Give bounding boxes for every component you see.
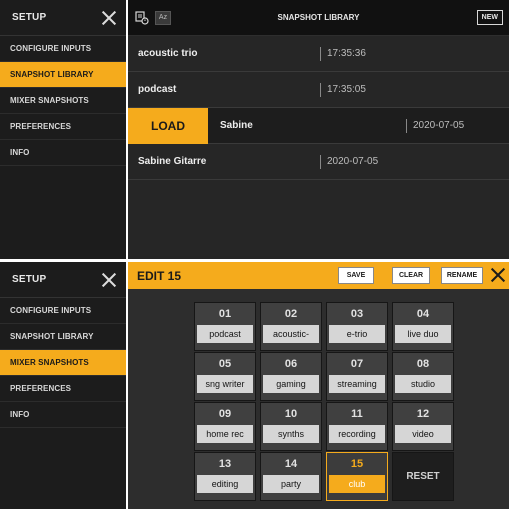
snapshot-slot-03[interactable]: 03 e-trio — [326, 302, 388, 351]
setup-sidebar-top: SETUP CONFIGURE INPUTS SNAPSHOT LIBRARY … — [0, 0, 126, 259]
slot-name: synths — [263, 425, 319, 443]
snapshot-row[interactable]: acoustic trio 17:35:36 — [128, 36, 509, 72]
snapshot-name: Sabine Gitarre — [138, 156, 207, 167]
snapshot-time: 17:35:05 — [320, 82, 366, 97]
slot-number: 09 — [218, 408, 232, 420]
snapshot-row[interactable]: Sabine Gitarre 2020-07-05 — [128, 144, 509, 180]
slot-name: club — [329, 475, 385, 493]
snapshot-name: acoustic trio — [138, 48, 198, 59]
slot-name: acoustic- — [263, 325, 319, 343]
slot-number: 12 — [416, 408, 430, 420]
slot-number: 10 — [284, 408, 298, 420]
sidebar-item-info[interactable]: INFO — [0, 140, 126, 166]
snapshot-slot-08[interactable]: 08 studio — [392, 352, 454, 401]
snapshot-slot-06[interactable]: 06 gaming — [260, 352, 322, 401]
sort-az-button[interactable]: Az — [155, 10, 171, 25]
snapshot-slot-14[interactable]: 14 party — [260, 452, 322, 501]
snapshot-slot-13[interactable]: 13 editing — [194, 452, 256, 501]
slot-number: 15 — [350, 458, 364, 470]
snapshot-slot-01[interactable]: 01 podcast — [194, 302, 256, 351]
snapshot-slot-10[interactable]: 10 synths — [260, 402, 322, 451]
sidebar-title: SETUP — [12, 274, 47, 285]
sidebar-item-configure-inputs[interactable]: CONFIGURE INPUTS — [0, 36, 126, 62]
slot-name: recording — [329, 425, 385, 443]
slot-number: 08 — [416, 358, 430, 370]
sidebar-header: SETUP — [0, 262, 126, 298]
slot-number: 13 — [218, 458, 232, 470]
snapshot-name: podcast — [138, 84, 177, 95]
slot-number: 06 — [284, 358, 298, 370]
slot-name: sng writer — [197, 375, 253, 393]
slot-name: podcast — [197, 325, 253, 343]
close-icon[interactable] — [100, 271, 118, 289]
reset-button[interactable]: RESET — [392, 452, 454, 501]
library-header: Az SNAPSHOT LIBRARY NEW — [128, 0, 509, 36]
snapshot-slot-02[interactable]: 02 acoustic- — [260, 302, 322, 351]
slot-number: 07 — [350, 358, 364, 370]
snapshot-slot-12[interactable]: 12 video — [392, 402, 454, 451]
recall-icon[interactable] — [134, 10, 150, 26]
close-icon[interactable] — [489, 266, 507, 284]
slot-number: 02 — [284, 308, 298, 320]
snapshot-name: Sabine — [220, 120, 253, 131]
slot-name: live duo — [395, 325, 451, 343]
slot-name: party — [263, 475, 319, 493]
edit-title: EDIT 15 — [137, 268, 182, 283]
sidebar-item-snapshot-library[interactable]: SNAPSHOT LIBRARY — [0, 62, 126, 88]
clear-button[interactable]: CLEAR — [392, 267, 430, 284]
slot-name: e-trio — [329, 325, 385, 343]
sidebar-item-snapshot-library[interactable]: SNAPSHOT LIBRARY — [0, 324, 126, 350]
slot-number: 11 — [351, 408, 363, 420]
library-empty-area — [128, 180, 509, 256]
sidebar-item-preferences[interactable]: PREFERENCES — [0, 114, 126, 140]
slot-name: video — [395, 425, 451, 443]
snapshot-row-selected[interactable]: LOAD Sabine 2020-07-05 — [128, 108, 509, 144]
new-button[interactable]: NEW — [476, 10, 503, 25]
slot-number: 05 — [218, 358, 232, 370]
close-icon[interactable] — [100, 9, 118, 27]
edit-header: EDIT 15 SAVE CLEAR RENAME — [128, 262, 509, 289]
slot-name: gaming — [263, 375, 319, 393]
rename-button[interactable]: RENAME — [441, 267, 483, 284]
snapshot-library-panel: Az SNAPSHOT LIBRARY NEW acoustic trio 17… — [128, 0, 509, 259]
snapshot-slot-04[interactable]: 04 live duo — [392, 302, 454, 351]
snapshot-time: 2020-07-05 — [406, 118, 464, 133]
slot-number: 03 — [350, 308, 364, 320]
snapshot-slot-15[interactable]: 15 club — [326, 452, 388, 501]
sidebar-title: SETUP — [12, 12, 47, 23]
sidebar-item-mixer-snapshots[interactable]: MIXER SNAPSHOTS — [0, 350, 126, 376]
snapshot-grid: 01 podcast 02 acoustic- 03 e-trio 04 liv… — [194, 302, 454, 501]
slot-number: 01 — [218, 308, 232, 320]
snapshot-time: 17:35:36 — [320, 46, 366, 61]
slot-number: 04 — [416, 308, 430, 320]
sidebar-item-info[interactable]: INFO — [0, 402, 126, 428]
sidebar-header: SETUP — [0, 0, 126, 36]
sidebar-item-mixer-snapshots[interactable]: MIXER SNAPSHOTS — [0, 88, 126, 114]
slot-name: streaming — [329, 375, 385, 393]
app-window: SETUP CONFIGURE INPUTS SNAPSHOT LIBRARY … — [0, 0, 509, 509]
page-title: SNAPSHOT LIBRARY — [277, 13, 360, 22]
slot-name: studio — [395, 375, 451, 393]
snapshot-slot-09[interactable]: 09 home rec — [194, 402, 256, 451]
slot-number: 14 — [284, 458, 298, 470]
snapshot-slot-11[interactable]: 11 recording — [326, 402, 388, 451]
sidebar-item-configure-inputs[interactable]: CONFIGURE INPUTS — [0, 298, 126, 324]
snapshot-slot-05[interactable]: 05 sng writer — [194, 352, 256, 401]
snapshot-row[interactable]: podcast 17:35:05 — [128, 72, 509, 108]
save-button[interactable]: SAVE — [338, 267, 374, 284]
setup-sidebar-bottom: SETUP CONFIGURE INPUTS SNAPSHOT LIBRARY … — [0, 262, 126, 509]
load-button[interactable]: LOAD — [128, 108, 208, 144]
snapshot-slot-07[interactable]: 07 streaming — [326, 352, 388, 401]
snapshot-time: 2020-07-05 — [320, 154, 378, 169]
slot-name: home rec — [197, 425, 253, 443]
slot-name: editing — [197, 475, 253, 493]
mixer-snapshot-edit-panel: EDIT 15 SAVE CLEAR RENAME 01 podcast 02 … — [128, 262, 509, 509]
sidebar-item-preferences[interactable]: PREFERENCES — [0, 376, 126, 402]
